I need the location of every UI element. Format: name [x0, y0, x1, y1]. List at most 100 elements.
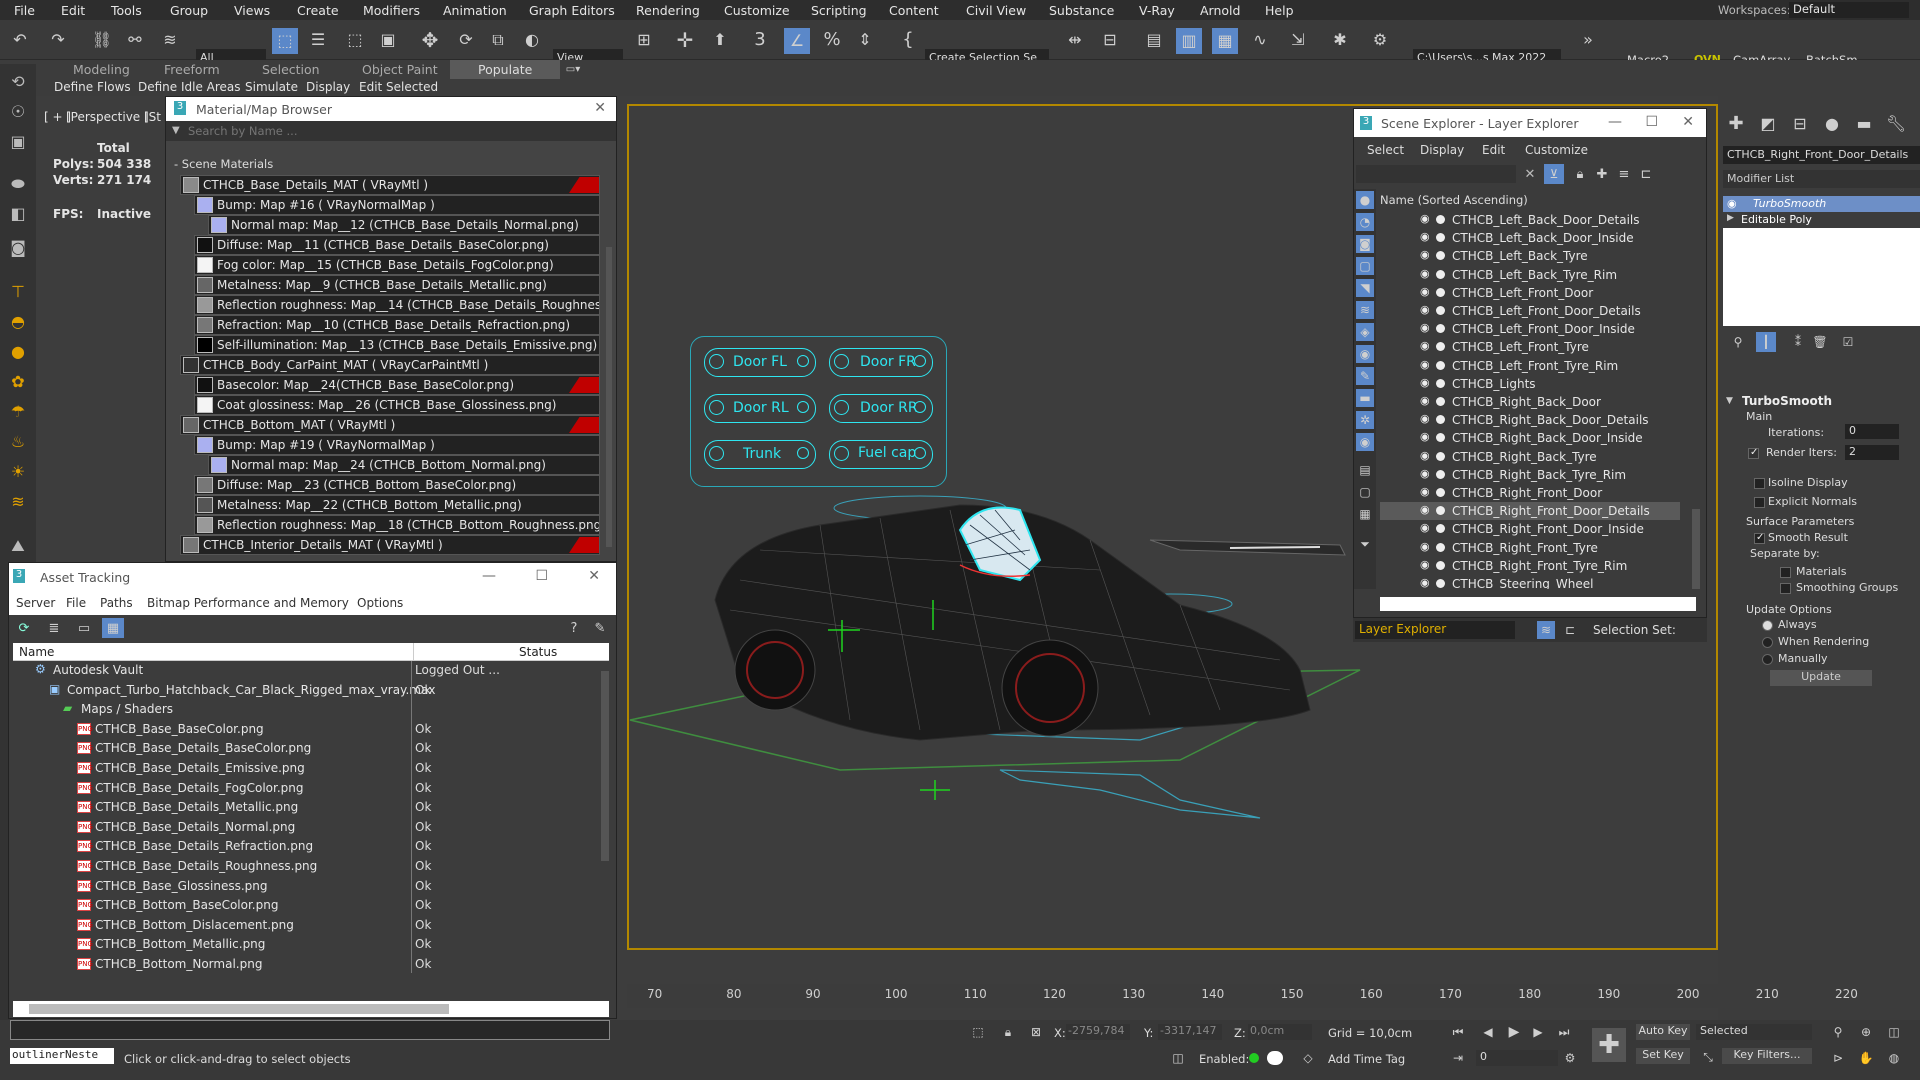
ribbon-options-icon[interactable]: ▭▾: [561, 64, 585, 76]
hierarchy-icon[interactable]: ⊏: [1638, 166, 1654, 182]
freeze-dot-icon[interactable]: [1436, 451, 1445, 461]
visibility-eye-icon[interactable]: ◉: [1420, 339, 1430, 352]
asset-tracking-titlebar[interactable]: 3 Asset Tracking — ☐ ✕: [9, 563, 616, 591]
scene-menu-display[interactable]: Display: [1420, 143, 1464, 157]
rollout-title[interactable]: TurboSmooth: [1742, 394, 1832, 408]
scene-object-row[interactable]: ◉ CTHCB_Left_Back_Door_Details: [1380, 211, 1680, 229]
ribbon-toggle-icon[interactable]: ▦: [1212, 28, 1238, 54]
tab-modeling[interactable]: Modeling: [73, 62, 130, 77]
visibility-eye-icon[interactable]: ◉: [1420, 285, 1430, 298]
display-lights-icon[interactable]: ▢: [1356, 257, 1374, 275]
subtab-define-idle-areas[interactable]: Define Idle Areas: [138, 80, 241, 94]
sphere-icon[interactable]: ●: [6, 340, 30, 364]
cloth-icon[interactable]: ♨: [6, 430, 30, 454]
subtab-define-flows[interactable]: Define Flows: [54, 80, 131, 94]
asset-row[interactable]: PNG CTHCB_Base_Details_Emissive.png: [13, 759, 513, 778]
mirror-icon[interactable]: ⇹: [1063, 28, 1087, 52]
menu-options[interactable]: Options: [357, 596, 403, 610]
scene-object-row[interactable]: ◉ CTHCB_Left_Front_Door_Details: [1380, 302, 1680, 320]
material-browser-titlebar[interactable]: 3 Material/Map Browser ✕: [166, 97, 616, 121]
menu-rendering[interactable]: Rendering: [636, 3, 700, 18]
material-row[interactable]: CTHCB_Body_CarPaint_MAT ( VRayCarPaintMt…: [180, 355, 600, 375]
menu-animation[interactable]: Animation: [443, 3, 507, 18]
asset-vertical-scrollbar[interactable]: [601, 671, 609, 861]
material-row[interactable]: CTHCB_Interior_Details_MAT ( VRayMtl ): [180, 535, 600, 555]
freeze-dot-icon[interactable]: [1436, 287, 1445, 297]
freeze-dot-icon[interactable]: [1436, 251, 1445, 261]
door-rl-button[interactable]: Door RL: [704, 394, 816, 423]
menu-civil-view[interactable]: Civil View: [966, 3, 1026, 18]
freeze-dot-icon[interactable]: [1436, 433, 1445, 443]
explorer-type-dropdown[interactable]: Layer Explorer: [1355, 621, 1515, 639]
percent-snap-icon[interactable]: %: [820, 28, 844, 52]
viewport-layouts-icon[interactable]: ⟲: [6, 70, 30, 94]
scene-object-row[interactable]: ◉ CTHCB_Right_Back_Door_Inside: [1380, 429, 1680, 447]
scene-object-row[interactable]: ◉ CTHCB_Right_Front_Tyre: [1380, 539, 1680, 557]
layer-stack-icon[interactable]: ≋: [1537, 621, 1555, 639]
show-end-result-icon[interactable]: ┃: [1756, 332, 1776, 352]
redo-icon[interactable]: ↷: [46, 28, 70, 52]
freeze-dot-icon[interactable]: [1436, 378, 1445, 388]
visibility-eye-icon[interactable]: ◉: [1420, 412, 1430, 425]
set-key-icon[interactable]: ✚: [1592, 1028, 1626, 1062]
explicit-normals-checkbox[interactable]: [1754, 497, 1765, 508]
visibility-eye-icon[interactable]: ◉: [1420, 485, 1430, 498]
asset-row[interactable]: PNG CTHCB_Base_Details_Roughness.png: [13, 857, 513, 876]
update-button[interactable]: Update: [1770, 670, 1872, 686]
asset-row[interactable]: PNG CTHCB_Base_Details_Normal.png: [13, 818, 513, 837]
display-influences-icon[interactable]: ▦: [1356, 505, 1374, 523]
help-icon[interactable]: ?: [565, 619, 583, 637]
go-to-end-icon[interactable]: ⏭: [1556, 1024, 1572, 1040]
key-filters-icon[interactable]: ⤡: [1700, 1049, 1716, 1065]
freeze-dot-icon[interactable]: [1436, 324, 1445, 334]
thumbnail-view-icon[interactable]: ▭: [75, 619, 93, 637]
bind-space-warp-icon[interactable]: ≋: [158, 28, 182, 52]
material-row[interactable]: Fog color: Map__15 (CTHCB_Base_Details_F…: [194, 255, 600, 275]
asset-row[interactable]: PNG CTHCB_Base_Details_BaseColor.png: [13, 739, 513, 758]
material-row[interactable]: Reflection roughness: Map__14 (CTHCB_Bas…: [194, 295, 600, 315]
filter-icon[interactable]: ⊻: [1544, 164, 1564, 184]
rollout-collapse-icon[interactable]: ▼: [1726, 396, 1733, 406]
display-spacewarps-icon[interactable]: ◈: [1356, 323, 1374, 341]
curve-editor-icon[interactable]: ∿: [1248, 28, 1272, 52]
visibility-eye-icon[interactable]: ◉: [1420, 267, 1430, 280]
layers-icon[interactable]: ≡: [1616, 166, 1632, 182]
create-tab-icon[interactable]: ✚: [1726, 114, 1746, 134]
scene-object-row[interactable]: ◉ CTHCB_Right_Front_Door_Inside: [1380, 520, 1680, 538]
terrain-icon[interactable]: ⛰: [6, 534, 30, 558]
key-selection-dropdown[interactable]: Selected: [1696, 1024, 1812, 1040]
visibility-eye-icon[interactable]: ◉: [1420, 394, 1430, 407]
visibility-eye-icon[interactable]: ◉: [1727, 197, 1737, 210]
table-view-icon[interactable]: ▦: [102, 618, 124, 638]
freeze-dot-icon[interactable]: [1436, 469, 1445, 479]
tab-selection[interactable]: Selection: [262, 62, 320, 77]
display-xrefs-icon[interactable]: ✎: [1356, 367, 1374, 385]
column-status[interactable]: Status: [519, 645, 557, 659]
freeze-dot-icon[interactable]: [1436, 506, 1445, 516]
clear-filter-icon[interactable]: ✕: [1522, 166, 1538, 182]
material-row[interactable]: CTHCB_Bottom_MAT ( VRayMtl ): [180, 415, 600, 435]
scene-object-row[interactable]: ◉ CTHCB_Right_Back_Tyre: [1380, 448, 1680, 466]
freeze-dot-icon[interactable]: [1436, 542, 1445, 552]
material-row[interactable]: Refraction: Map__10 (CTHCB_Base_Details_…: [194, 315, 600, 335]
tab-freeform[interactable]: Freeform: [164, 62, 220, 77]
refresh-icon[interactable]: ⟳: [15, 619, 33, 637]
material-row[interactable]: Diffuse: Map__23 (CTHCB_Bottom_BaseColor…: [194, 475, 600, 495]
menu-tools[interactable]: Tools: [111, 3, 142, 18]
add-time-tag-label[interactable]: Add Time Tag: [1328, 1052, 1405, 1066]
move-icon[interactable]: ✥: [418, 28, 442, 52]
scene-filter-input[interactable]: [1356, 165, 1516, 183]
close-icon[interactable]: ✕: [594, 100, 606, 116]
visibility-eye-icon[interactable]: ◉: [1420, 358, 1430, 371]
menu-group[interactable]: Group: [170, 3, 208, 18]
asset-row[interactable]: PNG CTHCB_Base_Details_Metallic.png: [13, 798, 513, 817]
freeze-dot-icon[interactable]: [1436, 560, 1445, 570]
scene-menu-customize[interactable]: Customize: [1525, 143, 1588, 157]
freeze-dot-icon[interactable]: [1436, 579, 1445, 588]
scene-object-row[interactable]: ◉ CTHCB_Right_Front_Door_Details: [1380, 502, 1680, 521]
spot-light-icon[interactable]: ☂: [6, 400, 30, 424]
asset-horizontal-scrollbar[interactable]: [13, 1001, 609, 1017]
menu-graph-editors[interactable]: Graph Editors: [529, 3, 615, 18]
key-mode-icon[interactable]: ⇥: [1450, 1050, 1466, 1066]
material-row[interactable]: Basecolor: Map__24(CTHCB_Base_BaseColor.…: [194, 375, 600, 395]
